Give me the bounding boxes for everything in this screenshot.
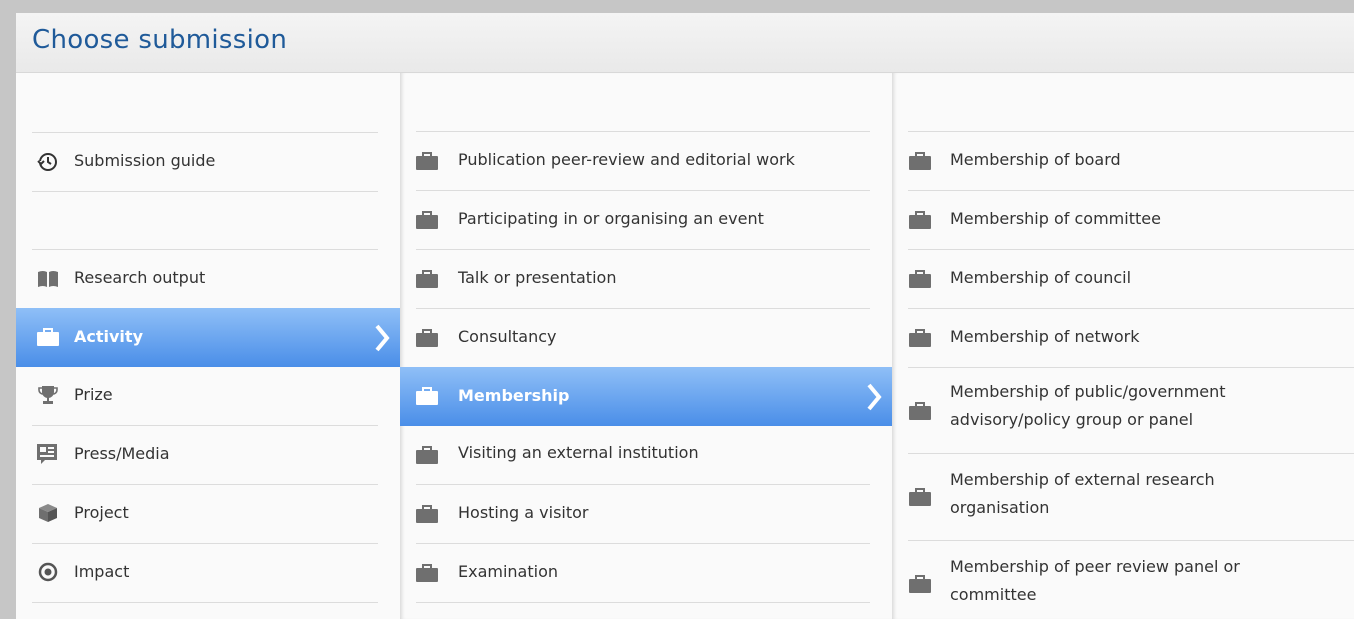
briefcase-icon [416, 329, 438, 347]
menu-item-membership-of-board[interactable]: Membership of board [892, 132, 1354, 190]
briefcase-icon [909, 152, 931, 170]
briefcase-icon [909, 211, 931, 229]
briefcase-icon [416, 152, 438, 170]
trophy-icon [38, 385, 58, 405]
menu-item-label: Publication peer-review and editorial wo… [458, 150, 795, 169]
briefcase-icon [416, 446, 438, 464]
menu-item-hosting-a-visitor[interactable]: Hosting a visitor [400, 485, 892, 543]
menu-item-label: Prize [74, 385, 113, 404]
menu-item-membership-of-council[interactable]: Membership of council [892, 250, 1354, 308]
choose-submission-dialog: Choose submission Submission guide Resea… [16, 13, 1354, 619]
menu-item-label: Talk or presentation [458, 268, 617, 287]
menu-item-label: Examination [458, 562, 559, 581]
menu-item-membership-of-peer-review-panel[interactable]: Membership of peer review panel or commi… [892, 541, 1354, 619]
dialog-title: Choose submission [32, 25, 288, 55]
menu-item-membership-of-committee[interactable]: Membership of committee [892, 191, 1354, 249]
menu-item-talk-or-presentation[interactable]: Talk or presentation [400, 250, 892, 308]
menu-item-consultancy[interactable]: Consultancy [400, 309, 892, 367]
briefcase-icon [416, 505, 438, 523]
target-icon [38, 562, 58, 582]
menu-item-label: Membership [458, 386, 570, 405]
menu-item-label: Consultancy [458, 327, 557, 346]
menu-item-prize[interactable]: Prize [16, 367, 400, 425]
menu-item-membership[interactable]: Membership [400, 367, 892, 426]
cube-icon [38, 503, 58, 523]
menu-item-publication-peer-review[interactable]: Publication peer-review and editorial wo… [400, 132, 892, 190]
menu-item-examination[interactable]: Examination [400, 544, 892, 602]
menu-item-label: Membership of peer review panel or commi… [950, 557, 1240, 604]
menu-item-press-media[interactable]: Press/Media [16, 426, 400, 484]
menu-item-label: Press/Media [74, 444, 170, 463]
briefcase-icon [416, 564, 438, 582]
menu-item-label: Hosting a visitor [458, 503, 589, 522]
chevron-right-icon [374, 323, 390, 353]
briefcase-icon [416, 270, 438, 288]
separator [32, 602, 378, 603]
briefcase-icon [416, 211, 438, 229]
menu-item-label: Participating in or organising an event [458, 209, 764, 228]
chevron-right-icon [866, 382, 882, 412]
briefcase-icon [909, 402, 931, 420]
newspaper-icon [37, 444, 59, 464]
briefcase-icon [909, 575, 931, 593]
menu-item-label: Visiting an external institution [458, 443, 699, 462]
menu-item-visiting-external-institution[interactable]: Visiting an external institution [400, 426, 892, 484]
briefcase-icon [909, 488, 931, 506]
menu-item-label: Membership of public/government advisory… [950, 382, 1226, 429]
activity-type-column: Publication peer-review and editorial wo… [400, 73, 892, 619]
menu-item-impact[interactable]: Impact [16, 544, 400, 602]
menu-item-label: Membership of board [950, 150, 1121, 169]
dialog-header: Choose submission [16, 13, 1354, 73]
menu-item-membership-of-public-advisory-group[interactable]: Membership of public/government advisory… [892, 368, 1354, 453]
menu-item-project[interactable]: Project [16, 485, 400, 543]
menu-item-label: Submission guide [74, 151, 216, 170]
menu-item-membership-of-external-research-organisation[interactable]: Membership of external research organisa… [892, 454, 1354, 540]
category-column: Submission guide Research output Activit… [16, 73, 400, 619]
menu-item-label: Research output [74, 268, 206, 287]
menu-item-membership-of-network[interactable]: Membership of network [892, 309, 1354, 367]
briefcase-icon [37, 328, 59, 346]
separator [416, 602, 870, 603]
membership-type-column: Membership of board Membership of commit… [892, 73, 1354, 619]
briefcase-icon [416, 387, 438, 405]
menu-item-label: Membership of council [950, 268, 1132, 287]
history-icon [37, 151, 59, 173]
menu-item-label: Project [74, 503, 129, 522]
separator [32, 191, 378, 192]
menu-item-label: Activity [74, 327, 143, 346]
menu-item-activity[interactable]: Activity [16, 308, 400, 367]
menu-item-label: Membership of committee [950, 209, 1161, 228]
briefcase-icon [909, 329, 931, 347]
briefcase-icon [909, 270, 931, 288]
menu-item-label: Impact [74, 562, 130, 581]
menu-item-event[interactable]: Participating in or organising an event [400, 191, 892, 249]
menu-item-label: Membership of external research organisa… [950, 470, 1215, 517]
menu-item-label: Membership of network [950, 327, 1140, 346]
menu-item-research-output[interactable]: Research output [16, 250, 400, 308]
book-icon [37, 270, 59, 288]
menu-item-submission-guide[interactable]: Submission guide [16, 133, 400, 191]
